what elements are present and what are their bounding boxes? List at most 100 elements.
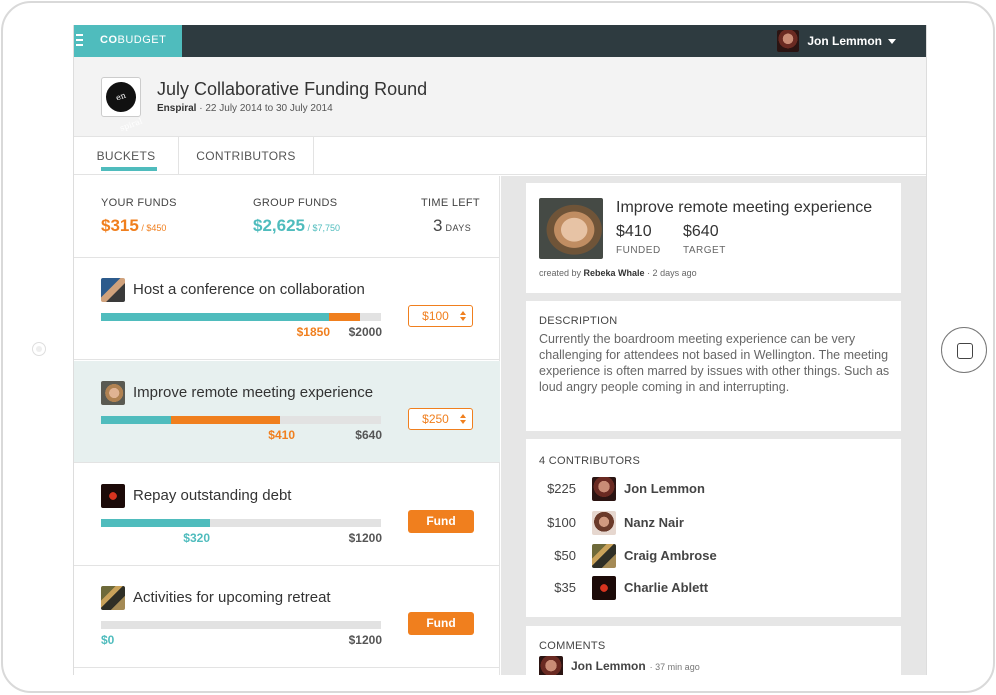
bucket-detail-panel: Improve remote meeting experience $410 $… — [501, 176, 926, 675]
contributor-row[interactable]: $100 Nanz Nair — [526, 510, 901, 536]
progress-bar — [101, 416, 381, 424]
camera-icon — [32, 342, 46, 356]
org-logo: en spiral — [101, 77, 143, 133]
bucket-image — [101, 484, 125, 508]
bucket-image — [101, 586, 125, 610]
avatar — [592, 511, 616, 535]
user-menu[interactable]: Jon Lemmon — [777, 29, 896, 53]
home-button[interactable] — [941, 327, 987, 373]
pledge-stepper[interactable]: $100 — [408, 305, 473, 327]
bucket-item[interactable]: Improve remote meeting experience $410 $… — [74, 361, 500, 463]
comments-heading: COMMENTS — [539, 640, 606, 652]
buckets-panel: YOUR FUNDS $315 / $450 GROUP FUNDS $2,62… — [74, 176, 500, 675]
detail-target-label: TARGET — [683, 245, 726, 256]
contributor-row[interactable]: $35 Charlie Ablett — [526, 575, 901, 601]
progress-funded — [101, 313, 330, 321]
avatar — [592, 544, 616, 568]
round-meta: Enspiral · 22 July 2014 to 30 July 2014 — [157, 103, 333, 114]
pledge-value: $250 — [422, 412, 449, 426]
creator-name[interactable]: Rebeka Whale — [584, 268, 645, 278]
logo-bold: CO — [100, 34, 118, 46]
top-bar: COBUDGET Jon Lemmon — [74, 25, 926, 57]
group-funds-amount: $2,625 — [253, 216, 305, 235]
bucket-funded: $1850 — [296, 325, 330, 339]
group-funds-value: $2,625 / $7,750 — [253, 216, 340, 236]
time-left-unit: DAYS — [442, 223, 472, 233]
progress-bar — [101, 313, 381, 321]
contribution-amount: $35 — [554, 580, 576, 595]
comment-time: · 37 min ago — [649, 662, 700, 672]
round-header: en spiral July Collaborative Funding Rou… — [74, 57, 926, 137]
group-funds-total: / $7,750 — [305, 223, 341, 233]
bucket-name: Improve remote meeting experience — [133, 384, 374, 401]
comment-author: Jon Lemmon · 37 min ago — [571, 659, 700, 673]
detail-target-value: $640 — [683, 223, 719, 240]
progress-bar — [101, 519, 381, 527]
avatar — [777, 30, 800, 52]
your-funds-amount: $315 — [101, 216, 139, 235]
bucket-item[interactable]: Repay outstanding debt $320 $1200 Fund — [74, 464, 500, 566]
created-time: · 2 days ago — [644, 268, 697, 278]
tab-bar: BUCKETS CONTRIBUTORS — [74, 137, 926, 175]
bucket-funded: $410 — [268, 428, 295, 442]
description-text: Currently the boardroom meeting experien… — [539, 332, 890, 394]
description-heading: DESCRIPTION — [539, 315, 618, 327]
pledge-value: $100 — [422, 309, 449, 323]
progress-pledged — [171, 416, 281, 424]
your-funds-total: / $450 — [138, 223, 167, 233]
contributors-card: 4 CONTRIBUTORS $225 Jon Lemmon $100 Nanz… — [526, 439, 901, 617]
tab-contributors[interactable]: CONTRIBUTORS — [178, 137, 314, 175]
caret-down-icon — [888, 38, 896, 44]
bucket-target: $2000 — [348, 325, 382, 339]
org-name: Enspiral — [157, 103, 197, 114]
progress-bar — [101, 621, 381, 629]
bucket-image — [101, 278, 125, 302]
bucket-photo — [539, 198, 603, 259]
fund-button[interactable]: Fund — [408, 510, 474, 533]
your-funds-label: YOUR FUNDS — [101, 197, 177, 209]
bucket-item[interactable]: Activities for upcoming retreat $0 $1200… — [74, 566, 500, 668]
description-card: DESCRIPTION Currently the boardroom meet… — [526, 301, 901, 431]
bucket-funded: $0 — [101, 633, 115, 647]
app-screen: COBUDGET Jon Lemmon en spiral July Colla… — [73, 25, 927, 675]
user-name: Jon Lemmon — [807, 34, 882, 48]
detail-funded-label: FUNDED — [616, 245, 661, 256]
contributors-heading: 4 CONTRIBUTORS — [539, 455, 641, 467]
org-logo-text: en spiral — [101, 77, 143, 133]
contribution-amount: $100 — [547, 515, 576, 530]
bucket-target: $1200 — [348, 633, 382, 647]
contributor-row[interactable]: $50 Craig Ambrose — [526, 543, 901, 569]
created-prefix: created by — [539, 268, 584, 278]
stepper-icon[interactable] — [460, 414, 467, 424]
progress-pledged — [329, 313, 360, 321]
stepper-icon[interactable] — [460, 311, 467, 321]
time-left-value: 3 DAYS — [433, 216, 471, 236]
contributor-name: Nanz Nair — [624, 515, 684, 530]
brand-area[interactable]: COBUDGET — [74, 25, 182, 57]
your-funds-value: $315 / $450 — [101, 216, 166, 236]
pledge-stepper[interactable]: $250 — [408, 408, 473, 430]
progress-funded — [101, 416, 171, 424]
page-title: July Collaborative Funding Round — [157, 79, 428, 99]
avatar — [592, 576, 616, 600]
contribution-amount: $225 — [547, 481, 576, 496]
time-left-label: TIME LEFT — [421, 197, 480, 209]
created-by: created by Rebeka Whale · 2 days ago — [539, 268, 697, 278]
comments-card: COMMENTS Jon Lemmon · 37 min ago — [526, 626, 901, 675]
bucket-target: $640 — [355, 428, 382, 442]
bucket-image — [101, 381, 125, 405]
bucket-name: Repay outstanding debt — [133, 487, 292, 504]
progress-funded — [101, 519, 211, 527]
bucket-funded: $320 — [183, 531, 210, 545]
bucket-summary-card: Improve remote meeting experience $410 $… — [526, 183, 901, 293]
app-logo[interactable]: COBUDGET — [100, 34, 166, 46]
comment-author-name[interactable]: Jon Lemmon — [571, 659, 646, 673]
detail-funded-value: $410 — [616, 223, 652, 240]
group-funds-label: GROUP FUNDS — [253, 197, 338, 209]
round-dates: 22 July 2014 to 30 July 2014 — [205, 103, 333, 114]
bucket-item[interactable]: Host a conference on collaboration $1850… — [74, 258, 500, 360]
fund-button[interactable]: Fund — [408, 612, 474, 635]
tab-buckets[interactable]: BUCKETS — [74, 137, 178, 175]
contributor-row[interactable]: $225 Jon Lemmon — [526, 476, 901, 502]
menu-icon[interactable] — [76, 34, 83, 46]
